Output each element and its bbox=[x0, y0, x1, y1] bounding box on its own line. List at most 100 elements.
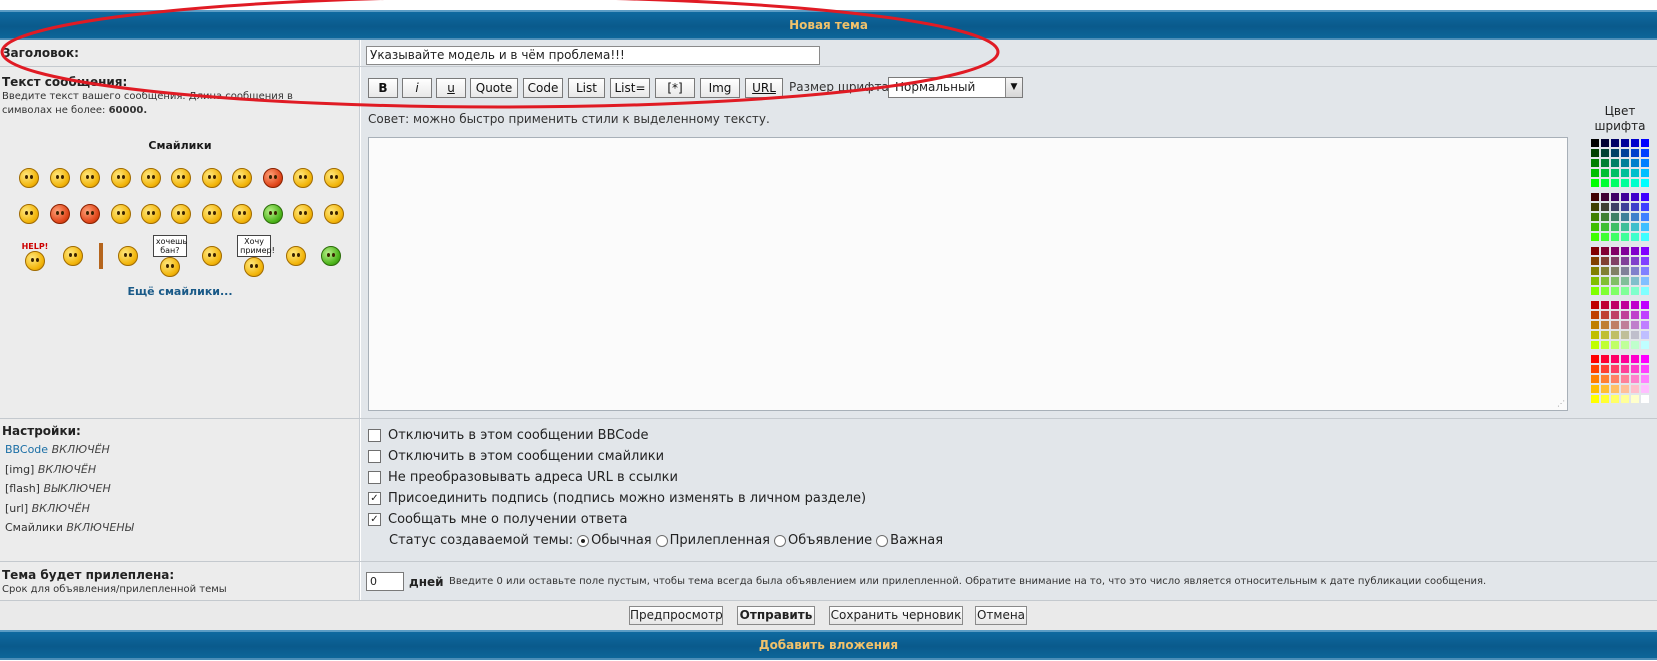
color-swatch[interactable] bbox=[1610, 232, 1620, 242]
color-swatch[interactable] bbox=[1620, 158, 1630, 168]
color-swatch[interactable] bbox=[1640, 354, 1650, 364]
color-swatch[interactable] bbox=[1600, 266, 1610, 276]
color-swatch[interactable] bbox=[1620, 300, 1630, 310]
smiley-icon[interactable] bbox=[171, 204, 192, 224]
color-swatch[interactable] bbox=[1610, 354, 1620, 364]
color-swatch[interactable] bbox=[1640, 364, 1650, 374]
color-swatch[interactable] bbox=[1640, 384, 1650, 394]
color-swatch[interactable] bbox=[1630, 192, 1640, 202]
smiley-icon[interactable] bbox=[110, 168, 131, 188]
color-swatch[interactable] bbox=[1600, 276, 1610, 286]
smiley-icon[interactable] bbox=[63, 246, 84, 266]
color-swatch[interactable] bbox=[1590, 192, 1600, 202]
smiley-icon[interactable] bbox=[141, 168, 162, 188]
color-swatch[interactable] bbox=[1640, 340, 1650, 350]
color-swatch[interactable] bbox=[1610, 276, 1620, 286]
color-swatch[interactable] bbox=[1600, 320, 1610, 330]
color-swatch[interactable] bbox=[1610, 178, 1620, 188]
color-swatch[interactable] bbox=[1630, 354, 1640, 364]
italic-button[interactable]: i bbox=[402, 78, 432, 98]
color-swatch[interactable] bbox=[1620, 168, 1630, 178]
list-item-button[interactable]: [*] bbox=[655, 78, 695, 98]
checkbox-checked[interactable]: ✓ bbox=[368, 513, 381, 526]
color-swatch[interactable] bbox=[1610, 394, 1620, 404]
color-swatch[interactable] bbox=[1630, 330, 1640, 340]
color-swatch[interactable] bbox=[1610, 212, 1620, 222]
color-swatch[interactable] bbox=[1600, 394, 1610, 404]
color-swatch[interactable] bbox=[1590, 320, 1600, 330]
color-swatch[interactable] bbox=[1640, 232, 1650, 242]
smiley-icon[interactable] bbox=[262, 168, 283, 188]
color-swatch[interactable] bbox=[1620, 222, 1630, 232]
color-swatch[interactable] bbox=[1590, 330, 1600, 340]
smiley-sign-icon[interactable]: Хочу пример! bbox=[237, 235, 275, 277]
img-button[interactable]: Img bbox=[700, 78, 740, 98]
smiley-icon[interactable] bbox=[49, 168, 70, 188]
color-swatch[interactable] bbox=[1600, 212, 1610, 222]
color-swatch[interactable] bbox=[1610, 320, 1620, 330]
color-swatch[interactable] bbox=[1590, 246, 1600, 256]
color-swatch[interactable] bbox=[1630, 394, 1640, 404]
color-swatch[interactable] bbox=[1590, 364, 1600, 374]
color-swatch[interactable] bbox=[1610, 266, 1620, 276]
color-swatch[interactable] bbox=[1600, 374, 1610, 384]
color-swatch[interactable] bbox=[1620, 330, 1630, 340]
color-swatch[interactable] bbox=[1600, 300, 1610, 310]
smiley-icon[interactable] bbox=[201, 168, 222, 188]
color-swatch[interactable] bbox=[1610, 168, 1620, 178]
color-swatch[interactable] bbox=[1610, 300, 1620, 310]
subject-input[interactable]: Указывайте модель и в чём проблема!!! bbox=[366, 46, 820, 65]
color-swatch[interactable] bbox=[1590, 168, 1600, 178]
color-swatch[interactable] bbox=[1600, 138, 1610, 148]
underline-button[interactable]: u bbox=[436, 78, 466, 98]
checkbox-checked[interactable]: ✓ bbox=[368, 492, 381, 505]
color-swatch[interactable] bbox=[1630, 374, 1640, 384]
color-swatch[interactable] bbox=[1600, 202, 1610, 212]
color-swatch[interactable] bbox=[1620, 232, 1630, 242]
option-attach-signature[interactable]: ✓ Присоединить подпись (подпись можно изм… bbox=[368, 488, 943, 509]
option-disable-bbcode[interactable]: Отключить в этом сообщении BBCode bbox=[368, 425, 943, 446]
color-swatch[interactable] bbox=[1630, 168, 1640, 178]
resize-handle-icon[interactable]: ⋰ bbox=[1557, 399, 1565, 408]
checkbox[interactable] bbox=[368, 471, 381, 484]
color-swatch[interactable] bbox=[1630, 364, 1640, 374]
smiley-icon[interactable] bbox=[80, 204, 101, 224]
color-swatch[interactable] bbox=[1620, 148, 1630, 158]
color-swatch[interactable] bbox=[1640, 148, 1650, 158]
color-swatch[interactable] bbox=[1620, 394, 1630, 404]
color-swatch[interactable] bbox=[1590, 212, 1600, 222]
color-swatch[interactable] bbox=[1630, 232, 1640, 242]
color-swatch[interactable] bbox=[1610, 158, 1620, 168]
color-swatch[interactable] bbox=[1620, 256, 1630, 266]
color-swatch[interactable] bbox=[1620, 202, 1630, 212]
color-swatch[interactable] bbox=[1610, 374, 1620, 384]
smiley-icon[interactable] bbox=[49, 204, 70, 224]
setting-name[interactable]: BBCode bbox=[5, 443, 48, 456]
smiley-icon[interactable] bbox=[323, 204, 344, 224]
color-swatch[interactable] bbox=[1600, 256, 1610, 266]
save-draft-button[interactable]: Сохранить черновик bbox=[829, 606, 963, 625]
radio-sticky[interactable] bbox=[655, 534, 668, 547]
color-swatch[interactable] bbox=[1640, 320, 1650, 330]
color-swatch[interactable] bbox=[1620, 212, 1630, 222]
color-swatch[interactable] bbox=[1630, 148, 1640, 158]
smiley-icon[interactable] bbox=[321, 246, 342, 266]
color-swatch[interactable] bbox=[1630, 266, 1640, 276]
color-swatch[interactable] bbox=[1600, 232, 1610, 242]
color-swatch[interactable] bbox=[1630, 178, 1640, 188]
color-swatch[interactable] bbox=[1590, 178, 1600, 188]
more-smileys-link[interactable]: Ещё смайлики... bbox=[0, 285, 360, 298]
smiley-icon[interactable] bbox=[19, 204, 40, 224]
radio-important[interactable] bbox=[876, 534, 889, 547]
code-button[interactable]: Code bbox=[523, 78, 563, 98]
color-swatch[interactable] bbox=[1600, 168, 1610, 178]
color-swatch[interactable] bbox=[1630, 212, 1640, 222]
smiley-sign-icon[interactable]: хочешь бан? bbox=[152, 235, 187, 277]
color-swatch[interactable] bbox=[1600, 354, 1610, 364]
color-swatch[interactable] bbox=[1620, 276, 1630, 286]
sticky-days-input[interactable]: 0 bbox=[366, 572, 404, 591]
color-swatch[interactable] bbox=[1610, 138, 1620, 148]
smiley-icon[interactable] bbox=[323, 168, 344, 188]
smiley-icon[interactable] bbox=[262, 204, 283, 224]
color-swatch[interactable] bbox=[1590, 310, 1600, 320]
